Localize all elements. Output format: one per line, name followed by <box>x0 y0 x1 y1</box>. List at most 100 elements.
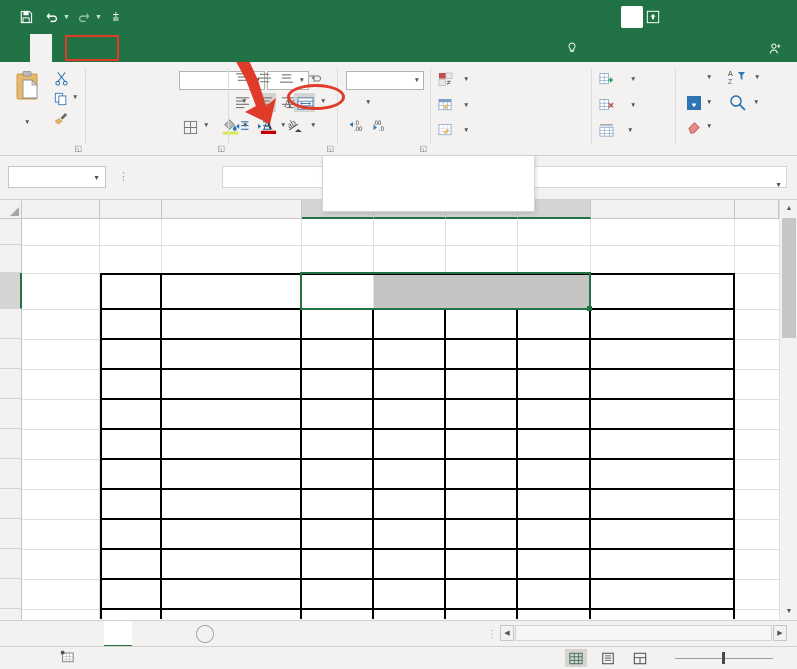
cell-stt[interactable] <box>101 399 160 428</box>
row-header-8[interactable] <box>0 429 22 459</box>
cell-toan[interactable] <box>302 429 372 458</box>
fill-handle[interactable] <box>587 306 592 311</box>
cell-ly[interactable] <box>374 339 444 368</box>
cell-hoa[interactable] <box>446 579 516 608</box>
cell-F4-hoa[interactable] <box>446 309 516 338</box>
align-bottom-icon[interactable] <box>277 71 295 86</box>
cell-tong[interactable] <box>591 549 733 578</box>
cell-name[interactable] <box>162 369 300 398</box>
row-header-9[interactable] <box>0 459 22 489</box>
conditional-formatting-button[interactable]: ≠ ▼ <box>438 70 598 88</box>
ribbon-display-options-icon[interactable] <box>633 0 673 34</box>
cell-tong[interactable] <box>591 369 733 398</box>
cell-ly[interactable] <box>374 579 444 608</box>
cell-hoa[interactable] <box>446 459 516 488</box>
cell-hoa[interactable] <box>446 609 516 619</box>
tab-data[interactable] <box>118 34 140 62</box>
cell-tong[interactable] <box>591 519 733 548</box>
increase-indent-icon[interactable] <box>255 118 273 134</box>
cell-toan[interactable] <box>302 459 372 488</box>
decrease-indent-icon[interactable] <box>233 118 251 134</box>
horizontal-scrollbar[interactable]: ◀ ▶ <box>500 625 787 641</box>
cell-name[interactable] <box>162 489 300 518</box>
cell-stt[interactable] <box>101 579 160 608</box>
cell-tong[interactable] <box>591 399 733 428</box>
conditional-formatting-dropdown-icon[interactable]: ▼ <box>463 76 469 83</box>
orientation-icon[interactable]: ab <box>286 116 308 135</box>
cell-sinh[interactable] <box>518 369 589 398</box>
cell-stt[interactable] <box>101 489 160 518</box>
cell-toan[interactable] <box>302 489 372 518</box>
cell-C3-name[interactable] <box>162 274 300 308</box>
wrap-text-icon[interactable] <box>304 67 328 89</box>
zoom-slider[interactable] <box>675 652 773 664</box>
align-top-icon[interactable] <box>233 71 251 86</box>
cell-sinh[interactable] <box>518 339 589 368</box>
cell-sinh[interactable] <box>518 519 589 548</box>
tab-page-layout[interactable] <box>74 34 96 62</box>
row-header-6[interactable] <box>0 369 22 399</box>
close-button[interactable] <box>753 0 797 34</box>
cell-sinh[interactable] <box>518 489 589 518</box>
cell-E4-ly[interactable] <box>374 309 444 338</box>
cell-ly[interactable] <box>374 459 444 488</box>
tab-help[interactable] <box>184 34 206 62</box>
cell-sinh[interactable] <box>518 429 589 458</box>
cut-icon[interactable] <box>52 70 70 86</box>
column-header-B[interactable] <box>100 200 162 219</box>
row-header-12[interactable] <box>0 549 22 579</box>
cell-styles-button[interactable]: ▼ <box>438 121 598 139</box>
macro-record-icon[interactable] <box>60 650 74 666</box>
minimize-button[interactable] <box>673 0 713 34</box>
percent-icon[interactable] <box>381 95 397 111</box>
vertical-scrollbar[interactable]: ▲ ▼ <box>779 200 797 620</box>
cell-name[interactable] <box>162 429 300 458</box>
scroll-up-icon[interactable]: ▲ <box>780 200 797 217</box>
cell-ly[interactable] <box>374 609 444 619</box>
column-header-I[interactable] <box>735 200 779 219</box>
cell-toan[interactable] <box>302 549 372 578</box>
normal-view-button[interactable] <box>565 649 587 667</box>
delete-cells-button[interactable]: ▼ <box>599 96 679 114</box>
cell-name[interactable] <box>162 609 300 619</box>
format-as-table-dropdown-icon[interactable]: ▼ <box>463 102 469 109</box>
cell-ly[interactable] <box>374 429 444 458</box>
cell-name[interactable] <box>162 519 300 548</box>
cell-styles-dropdown-icon[interactable]: ▼ <box>463 127 469 134</box>
cell-ly[interactable] <box>374 549 444 578</box>
row-header-4[interactable] <box>0 309 22 339</box>
cell-stt[interactable] <box>101 519 160 548</box>
hscroll-left-icon[interactable]: ◀ <box>500 625 514 641</box>
cell-G4-sinh[interactable] <box>518 309 589 338</box>
cell-tong[interactable] <box>591 579 733 608</box>
cell-name[interactable] <box>162 399 300 428</box>
tab-home[interactable] <box>30 34 52 62</box>
copy-dropdown-icon[interactable]: ▼ <box>72 94 78 101</box>
page-break-preview-button[interactable] <box>629 649 651 667</box>
borders-icon[interactable] <box>182 119 199 135</box>
column-header-C[interactable] <box>162 200 302 219</box>
copy-icon[interactable] <box>53 91 69 107</box>
cell-toan[interactable] <box>302 339 372 368</box>
cell-name[interactable] <box>162 339 300 368</box>
column-header-H[interactable] <box>591 200 735 219</box>
format-painter-icon[interactable] <box>52 110 70 126</box>
cell-name[interactable] <box>162 579 300 608</box>
cell-tong[interactable] <box>591 339 733 368</box>
comma-style-icon[interactable] <box>403 95 417 111</box>
font-dialog-launcher-icon[interactable]: ◱ <box>217 144 225 153</box>
cell-name[interactable] <box>162 459 300 488</box>
cell-toan[interactable] <box>302 369 372 398</box>
cell-hoa[interactable] <box>446 369 516 398</box>
cell-stt[interactable] <box>101 339 160 368</box>
cell-ly[interactable] <box>374 519 444 548</box>
currency-dropdown-icon[interactable]: ▼ <box>365 99 371 106</box>
add-sheet-button[interactable] <box>196 625 214 643</box>
cell-sinh[interactable] <box>518 609 589 619</box>
cell-stt[interactable] <box>101 459 160 488</box>
page-layout-view-button[interactable] <box>597 649 619 667</box>
cell-hoa[interactable] <box>446 519 516 548</box>
cell-B3-stt[interactable] <box>101 274 160 308</box>
cell-toan[interactable] <box>302 519 372 548</box>
maximize-button[interactable] <box>713 0 753 34</box>
